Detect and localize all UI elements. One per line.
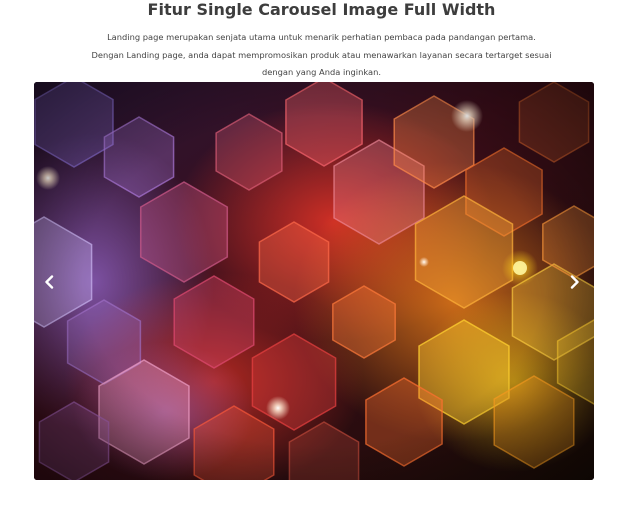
carousel-next-button[interactable] — [565, 272, 585, 292]
chevron-right-icon — [570, 275, 579, 289]
image-carousel[interactable] — [34, 82, 594, 480]
chevron-left-icon — [45, 275, 54, 289]
section-title: Fitur Single Carousel Image Full Width — [147, 0, 496, 19]
description-line: dengan yang Anda inginkan. — [262, 67, 381, 78]
carousel-prev-button[interactable] — [39, 272, 59, 292]
carousel-slide-image — [34, 82, 594, 480]
description-line: Landing page merupakan senjata utama unt… — [107, 32, 536, 42]
section-description: Landing page merupakan senjata utama unt… — [22, 29, 621, 82]
description-line: Dengan Landing page, anda dapat mempromo… — [91, 49, 552, 60]
